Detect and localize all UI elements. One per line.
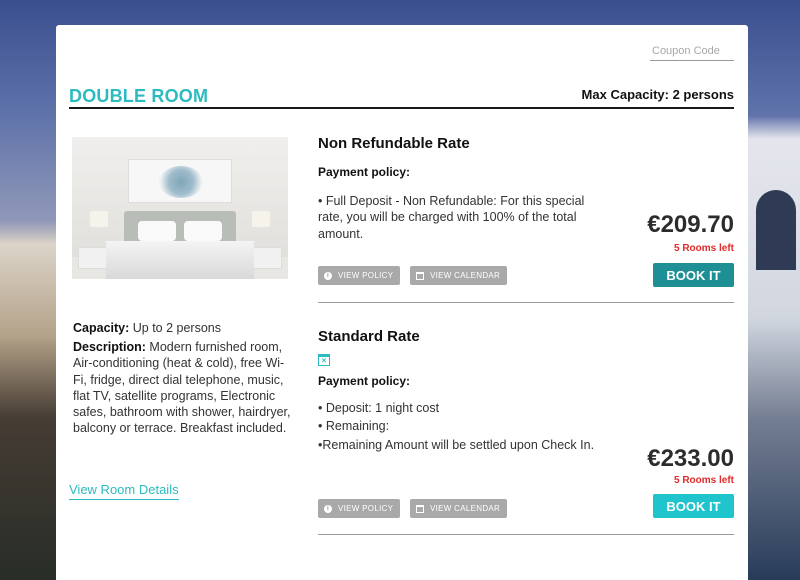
photo-artwork (128, 159, 232, 203)
rate-divider (318, 534, 734, 535)
photo-nightstand (78, 247, 108, 269)
rate-divider (318, 302, 734, 303)
payment-policy-line: • Deposit: 1 night cost (318, 401, 440, 415)
background-arch (756, 190, 796, 270)
view-calendar-button[interactable]: VIEW CALENDAR (410, 499, 508, 518)
book-it-button[interactable]: BOOK IT (653, 494, 734, 518)
payment-policy-line: • Remaining: (318, 419, 390, 434)
photo-lamp (252, 211, 270, 227)
rate-price: €233.00 (647, 445, 734, 472)
view-calendar-label: VIEW CALENDAR (430, 271, 501, 280)
description-line: Description: Modern furnished room, Air-… (73, 339, 295, 436)
payment-policy-text: • Full Deposit - Non Refundable: For thi… (318, 194, 585, 241)
rate-standard: Standard Rate × Payment policy: • Deposi… (318, 328, 734, 535)
view-room-details-link[interactable]: View Room Details (69, 482, 179, 500)
calendar-icon (416, 504, 424, 513)
rooms-left: 5 Rooms left (673, 243, 734, 254)
photo-lamp (90, 211, 108, 227)
view-policy-button[interactable]: i VIEW POLICY (318, 266, 401, 285)
rate-name: Non Refundable Rate (318, 135, 470, 152)
capacity-label: Capacity: (73, 321, 130, 335)
photo-pillow (184, 221, 222, 241)
max-capacity: Max Capacity: 2 persons (581, 87, 734, 102)
room-title: DOUBLE ROOM (69, 86, 209, 106)
capacity-value: Up to 2 persons (129, 321, 221, 335)
rooms-left: 5 Rooms left (673, 475, 734, 486)
room-panel: DOUBLE ROOM Max Capacity: 2 persons Capa… (56, 25, 748, 580)
photo-bed (106, 241, 254, 279)
room-photo[interactable] (72, 137, 288, 279)
description-value: Modern furnished room, Air-conditioning … (73, 340, 291, 436)
calendar-x-icon: × (318, 354, 330, 366)
view-calendar-button[interactable]: VIEW CALENDAR (410, 266, 508, 285)
rate-name: Standard Rate (318, 328, 420, 345)
calendar-icon (416, 271, 424, 280)
payment-policy-line: •Remaining Amount will be settled upon C… (318, 437, 595, 452)
book-it-button[interactable]: BOOK IT (653, 263, 734, 287)
view-policy-label: VIEW POLICY (338, 271, 394, 280)
description-label: Description: (73, 340, 146, 355)
coupon-code-input[interactable] (650, 41, 734, 61)
room-info: Capacity: Up to 2 persons Description: M… (73, 320, 295, 439)
rate-non-refundable: Non Refundable Rate Payment policy: • Fu… (318, 135, 734, 303)
photo-pillow (138, 221, 176, 241)
photo-nightstand (252, 247, 282, 269)
payment-policy-label: Payment policy: (318, 165, 411, 179)
view-policy-button[interactable]: i VIEW POLICY (318, 499, 401, 518)
capacity-line: Capacity: Up to 2 persons (73, 320, 295, 336)
rate-price: €209.70 (647, 211, 734, 238)
view-policy-label: VIEW POLICY (338, 504, 394, 513)
info-icon: i (324, 504, 332, 513)
info-icon: i (324, 271, 332, 280)
view-calendar-label: VIEW CALENDAR (430, 504, 501, 513)
background-photo-left (0, 0, 56, 580)
payment-policy-label: Payment policy: (318, 374, 411, 388)
title-divider (69, 107, 734, 109)
